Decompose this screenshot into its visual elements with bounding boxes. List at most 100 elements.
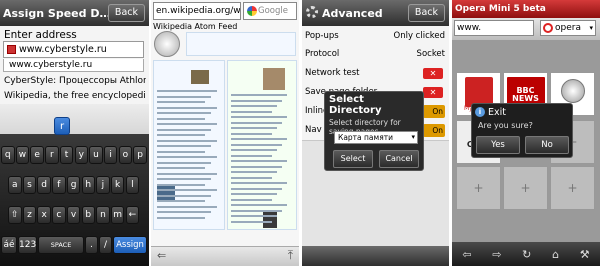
wrench-icon[interactable]: ⚒ <box>580 248 590 261</box>
history-item[interactable]: CyberStyle: Процессоры Athlon II X… <box>4 76 146 86</box>
key-row3-2[interactable]: x <box>37 206 51 224</box>
key-w[interactable]: w <box>15 146 30 164</box>
virtual-keyboard: q w e r t y u i o p a s d f g h j k l ⇧ z x c v b n m ← áé 123 SPACE. /… <box>0 134 149 266</box>
text-line <box>231 165 282 168</box>
text-line <box>231 193 277 195</box>
key-numbers[interactable]: 123 <box>18 236 37 254</box>
speed-dial-add-tile[interactable]: + <box>503 166 548 210</box>
setting-label: Protocol <box>305 49 340 59</box>
key-row3-6[interactable]: n <box>96 206 110 224</box>
bottom-toolbar: ⇐ ⤒ <box>151 246 299 266</box>
text-line <box>231 149 277 151</box>
key-i[interactable]: i <box>103 146 118 164</box>
directory-select[interactable]: Карта памяти <box>334 131 418 144</box>
text-line <box>157 156 217 158</box>
text-line <box>157 178 211 180</box>
back-button[interactable]: Back <box>407 4 445 22</box>
yes-button[interactable]: Yes <box>476 136 520 154</box>
history-item[interactable]: Wikipedia, the free encyclopedia <box>4 91 146 101</box>
title-bar: Advanced Back <box>302 0 449 26</box>
key-h[interactable]: h <box>81 176 95 194</box>
text-line <box>231 176 272 179</box>
key-row3-4[interactable]: v <box>66 206 81 224</box>
key-l[interactable]: l <box>125 176 140 194</box>
scroll-top-icon[interactable]: ⤒ <box>288 248 293 263</box>
key-o[interactable]: o <box>118 146 133 164</box>
key-g[interactable]: g <box>66 176 81 194</box>
forward-arrow-icon[interactable]: ⇨ <box>492 248 501 261</box>
key-row3-3[interactable]: c <box>52 206 66 224</box>
text-line <box>157 117 205 120</box>
key-r[interactable]: r <box>45 146 59 164</box>
dialog-question: Are you sure? <box>478 121 533 130</box>
address-input[interactable]: www.cyberstyle.ru <box>3 41 144 58</box>
autocomplete-suggestion[interactable]: www.cyberstyle.ru <box>3 59 144 72</box>
text-line <box>157 112 211 114</box>
speed-dial-add-tile[interactable]: + <box>456 166 501 210</box>
opera-icon <box>543 23 553 33</box>
search-field[interactable]: Google <box>243 2 297 20</box>
key-d[interactable]: d <box>37 176 51 194</box>
text-line <box>231 105 277 107</box>
key-space[interactable]: SPACE <box>38 236 84 254</box>
home-icon[interactable]: ⌂ <box>552 248 559 261</box>
text-line <box>157 101 205 103</box>
select-directory-dialog: Select Directory Select directory for sa… <box>324 91 424 171</box>
key-e[interactable]: e <box>30 146 44 164</box>
article-image <box>157 184 175 200</box>
key-j[interactable]: j <box>96 176 110 194</box>
key-slash[interactable]: / <box>99 236 112 254</box>
key-row3-7[interactable]: m <box>110 206 125 224</box>
key-f[interactable]: f <box>52 176 66 194</box>
key-row3-5[interactable]: b <box>81 206 95 224</box>
search-engine-select[interactable]: opera <box>540 20 596 36</box>
url-field[interactable]: www. <box>454 20 534 36</box>
key-accents[interactable]: áé <box>1 236 17 254</box>
setting-label: Pop-ups <box>305 31 339 41</box>
key-y[interactable]: y <box>74 146 88 164</box>
advanced-settings-screen: Advanced Back Pop-ups Only clicked Proto… <box>302 0 449 266</box>
key-q[interactable]: q <box>1 146 15 164</box>
key-period[interactable]: . <box>85 236 98 254</box>
key-row3-1[interactable]: z <box>22 206 37 224</box>
bottom-toolbar: ⇦ ⇨ ↻ ⌂ ⚒ <box>452 242 600 266</box>
close-icon[interactable]: ✕ <box>423 68 443 79</box>
key-t[interactable]: t <box>59 146 74 164</box>
text-line <box>157 134 205 136</box>
text-line <box>231 138 287 140</box>
key-a[interactable]: a <box>8 176 22 194</box>
speed-dial-add-tile[interactable]: + <box>550 166 595 210</box>
key-assign[interactable]: Assign <box>113 236 147 254</box>
key-row3-0[interactable]: ⇧ <box>8 206 22 224</box>
key-p[interactable]: p <box>133 146 147 164</box>
text-line <box>231 143 282 146</box>
text-line <box>157 123 217 125</box>
address-bar: www. opera <box>452 18 600 40</box>
key-s[interactable]: s <box>22 176 37 194</box>
no-button[interactable]: No <box>525 136 569 154</box>
text-line <box>231 132 272 135</box>
text-line <box>231 160 287 162</box>
gear-icon <box>306 6 318 18</box>
back-arrow-icon[interactable]: ⇦ <box>462 248 471 261</box>
select-button[interactable]: Select <box>333 150 373 168</box>
text-line <box>157 139 217 142</box>
back-button[interactable]: Back <box>107 4 145 22</box>
setting-network-test[interactable]: Network test ✕ <box>302 63 449 84</box>
exit-dialog: i Exit Are you sure? Yes No <box>471 103 573 158</box>
toggle-switch[interactable]: On <box>423 105 445 118</box>
back-arrow-icon[interactable]: ⇐ <box>157 249 166 262</box>
cancel-button[interactable]: Cancel <box>379 150 419 168</box>
key-k[interactable]: k <box>110 176 125 194</box>
toggle-switch[interactable]: On <box>423 124 445 137</box>
site-favicon-icon <box>7 45 16 54</box>
setting-value: Socket <box>416 49 445 59</box>
text-line <box>231 154 272 157</box>
reload-icon[interactable]: ↻ <box>522 248 531 261</box>
url-field[interactable]: en.wikipedia.org/wi <box>153 2 241 20</box>
setting-protocol[interactable]: Protocol Socket <box>302 44 449 65</box>
close-icon[interactable]: ✕ <box>423 87 443 98</box>
key-u[interactable]: u <box>89 146 103 164</box>
text-line <box>231 171 277 173</box>
key-row3-8[interactable]: ← <box>125 206 140 224</box>
